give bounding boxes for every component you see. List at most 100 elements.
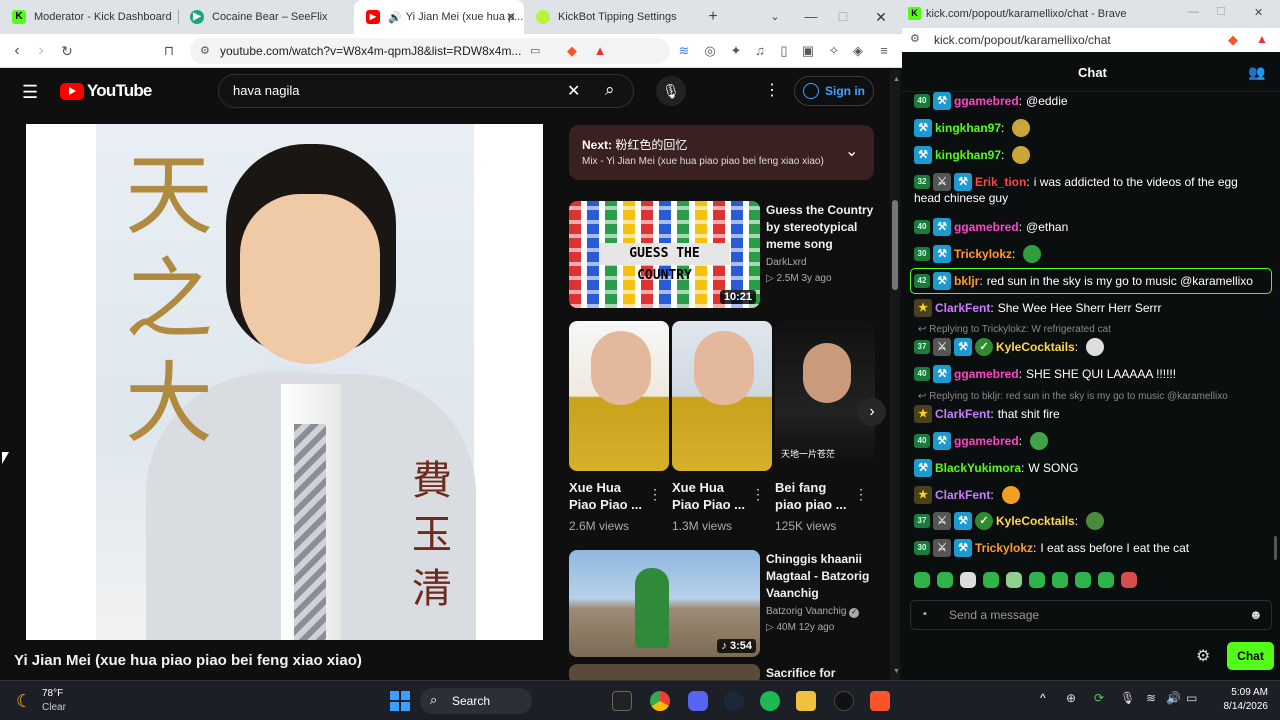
weather-temp[interactable]: 78°F — [42, 688, 63, 699]
chat-address-bar[interactable]: ⚙ kick.com/popout/karamellixo/chat ◆ ▲ — [902, 28, 1280, 52]
chat-message[interactable]: 40 ⚒ ggamebred: @eddie — [914, 92, 1068, 110]
chat-message[interactable]: ⚒ kingkhan97: — [914, 146, 1031, 164]
chat-username[interactable]: Trickylokz — [954, 247, 1012, 261]
short-title[interactable]: Bei fang piao piao ... — [775, 479, 851, 513]
emote-button[interactable] — [1052, 572, 1068, 588]
chat-message[interactable]: 40 ⚒ ggamebred: SHE SHE QUI LAAAAA !!!!!! — [914, 365, 1176, 383]
more-options-icon[interactable]: ⋮ — [764, 80, 780, 100]
emoji-picker-icon[interactable]: ☻ — [1249, 607, 1263, 622]
recommendation-info[interactable]: Guess the Country by stereotypical meme … — [766, 202, 876, 287]
scrollbar-thumb[interactable] — [892, 200, 898, 290]
tab-search-chevron-icon[interactable]: ⌄ — [766, 8, 784, 26]
cast-icon[interactable]: ▭ — [530, 38, 540, 64]
chat-message[interactable]: 30 ⚒ Trickylokz: — [914, 245, 1042, 263]
video-thumbnail[interactable] — [569, 664, 760, 680]
chat-username[interactable]: ggamebred — [954, 94, 1019, 108]
voice-search-icon[interactable]: 🎙 — [656, 76, 686, 106]
weather-condition[interactable]: Clear — [42, 702, 66, 713]
chat-message[interactable]: 40 ⚒ ggamebred: @ethan — [914, 218, 1068, 236]
youtube-search-box[interactable]: hava nagila ✕ ⌕ — [218, 74, 634, 108]
discord-icon[interactable] — [688, 691, 708, 711]
menu-icon[interactable]: ≡ — [876, 43, 892, 59]
shorts-next-chevron-icon[interactable]: › — [858, 398, 886, 426]
scroll-up-icon[interactable]: ▲ — [893, 76, 900, 83]
tab-seeflix[interactable]: ▶ Cocaine Bear – SeeFlix — [178, 0, 354, 34]
sign-in-button[interactable]: Sign in — [794, 76, 874, 106]
scroll-down-icon[interactable]: ▼ — [893, 668, 900, 675]
search-icon[interactable]: ⌕ — [605, 80, 615, 100]
show-hidden-icons-chevron-icon[interactable]: ^ — [1040, 691, 1046, 705]
chat-message[interactable]: 42 ⚒ bkljr: red sun in the sky is my go to … — [914, 272, 1253, 290]
back-icon[interactable]: ‹ — [8, 42, 26, 60]
leo-icon[interactable]: ✧ — [826, 43, 842, 59]
chat-username[interactable]: ggamebred — [954, 367, 1019, 381]
chat-username[interactable]: Trickylokz — [975, 541, 1033, 555]
puzzle-icon[interactable]: ✦ — [728, 43, 744, 59]
youtube-logo[interactable]: YouTube — [60, 81, 152, 101]
site-info-icon[interactable]: ⚙ — [910, 32, 920, 45]
volume-icon[interactable]: 🔊 — [1166, 691, 1181, 705]
chat-message[interactable]: ★ ClarkFent: that shit fire — [914, 405, 1060, 423]
tray-app-icon[interactable]: ⊕ — [1066, 691, 1076, 705]
recommendation-title[interactable]: Sacrifice for — [766, 665, 835, 680]
emote-button[interactable] — [1006, 572, 1022, 588]
emote-button[interactable] — [1098, 572, 1114, 588]
reload-icon[interactable]: ↻ — [58, 42, 76, 60]
clock-time[interactable]: 5:09 AM — [1218, 687, 1268, 698]
hamburger-menu-icon[interactable]: ☰ — [22, 82, 38, 103]
short-thumbnail[interactable] — [672, 321, 772, 471]
chat-message[interactable]: ★ ClarkFent: — [914, 486, 1020, 504]
short-title[interactable]: Xue Hua Piao Piao ... — [569, 479, 645, 513]
send-chat-button[interactable]: Chat — [1227, 642, 1274, 670]
minimize-icon[interactable]: — — [802, 8, 820, 26]
short-more-icon[interactable]: ⋮ — [751, 486, 765, 503]
maximize-icon[interactable]: ☐ — [1216, 5, 1226, 18]
chat-username[interactable]: bkljr — [954, 274, 979, 288]
chat-scrollbar-thumb[interactable] — [1274, 536, 1277, 560]
chat-message[interactable]: 40 ⚒ ggamebred: — [914, 432, 1049, 450]
short-thumbnail[interactable]: 天地一片苍茫 — [775, 321, 875, 471]
chat-message[interactable]: 32 ⚔ ⚒ Erik_tion: i was addicted to the vide… — [914, 173, 1238, 191]
short-more-icon[interactable]: ⋮ — [854, 486, 868, 503]
extension-icon[interactable]: ◎ — [702, 43, 718, 59]
microphone-icon[interactable]: 🎙 — [1120, 691, 1135, 705]
recommendation-info[interactable]: Sacrifice for — [766, 665, 835, 680]
bookmark-icon[interactable]: ⊓ — [160, 42, 178, 60]
recommendation-title[interactable]: Guess the Country by stereotypical meme … — [766, 202, 876, 253]
audio-wave-icon[interactable]: ≋ — [676, 43, 692, 59]
recommendation-channel-row[interactable]: Batzorig Vaanchig ✓ — [766, 604, 878, 620]
brave-rewards-icon[interactable]: ▲ — [1256, 32, 1268, 46]
chat-username[interactable]: BlackYukimora — [935, 461, 1021, 475]
maximize-icon[interactable]: ☐ — [834, 8, 852, 26]
close-window-icon[interactable]: ✕ — [1254, 6, 1263, 19]
file-explorer-icon[interactable] — [796, 691, 816, 711]
chat-username[interactable]: ggamebred — [954, 220, 1019, 234]
users-icon[interactable]: 👥 — [1248, 64, 1265, 81]
chat-username[interactable]: KyleCocktails — [996, 340, 1075, 354]
site-info-icon[interactable]: ⚙ — [200, 38, 210, 64]
recommendation-channel[interactable]: Batzorig Vaanchig — [766, 606, 846, 617]
video-player[interactable]: 天之大 費玉清 — [26, 124, 543, 640]
chat-message[interactable]: 37 ⚔ ⚒ ✓ KyleCocktails: — [914, 512, 1105, 530]
chat-message[interactable]: ★ ClarkFent: She Wee Hee Sherr Herr Serrr — [914, 299, 1162, 317]
emote-button[interactable] — [1075, 572, 1091, 588]
spotify-icon[interactable] — [760, 691, 780, 711]
chevron-down-icon[interactable]: ⌄ — [845, 141, 858, 161]
tab-kick-dashboard[interactable]: K Moderator - Kick Dashboard — [0, 0, 178, 34]
wifi-icon[interactable]: ≋ — [1146, 691, 1156, 705]
chat-username[interactable]: KyleCocktails — [996, 514, 1075, 528]
playlist-next-panel[interactable]: Next: 粉红色的回忆 Mix - Yi Jian Mei (xue hua … — [569, 125, 874, 180]
short-thumbnail[interactable] — [569, 321, 669, 471]
task-view-icon[interactable] — [612, 691, 632, 711]
emote-button[interactable] — [1029, 572, 1045, 588]
recommendation-channel[interactable]: DarkLxrd — [766, 255, 876, 271]
emote-button[interactable] — [960, 572, 976, 588]
chat-message[interactable]: ⚒ kingkhan97: — [914, 119, 1031, 137]
brave-shield-icon[interactable]: ◆ — [1228, 32, 1238, 48]
taskbar-search[interactable]: ⌕ Search — [420, 688, 532, 714]
short-more-icon[interactable]: ⋮ — [648, 486, 662, 503]
brave-rewards-icon[interactable]: ▲ — [592, 43, 608, 59]
clear-search-icon[interactable]: ✕ — [567, 81, 580, 101]
chat-username[interactable]: kingkhan97 — [935, 148, 1001, 162]
emote-button[interactable] — [937, 572, 953, 588]
